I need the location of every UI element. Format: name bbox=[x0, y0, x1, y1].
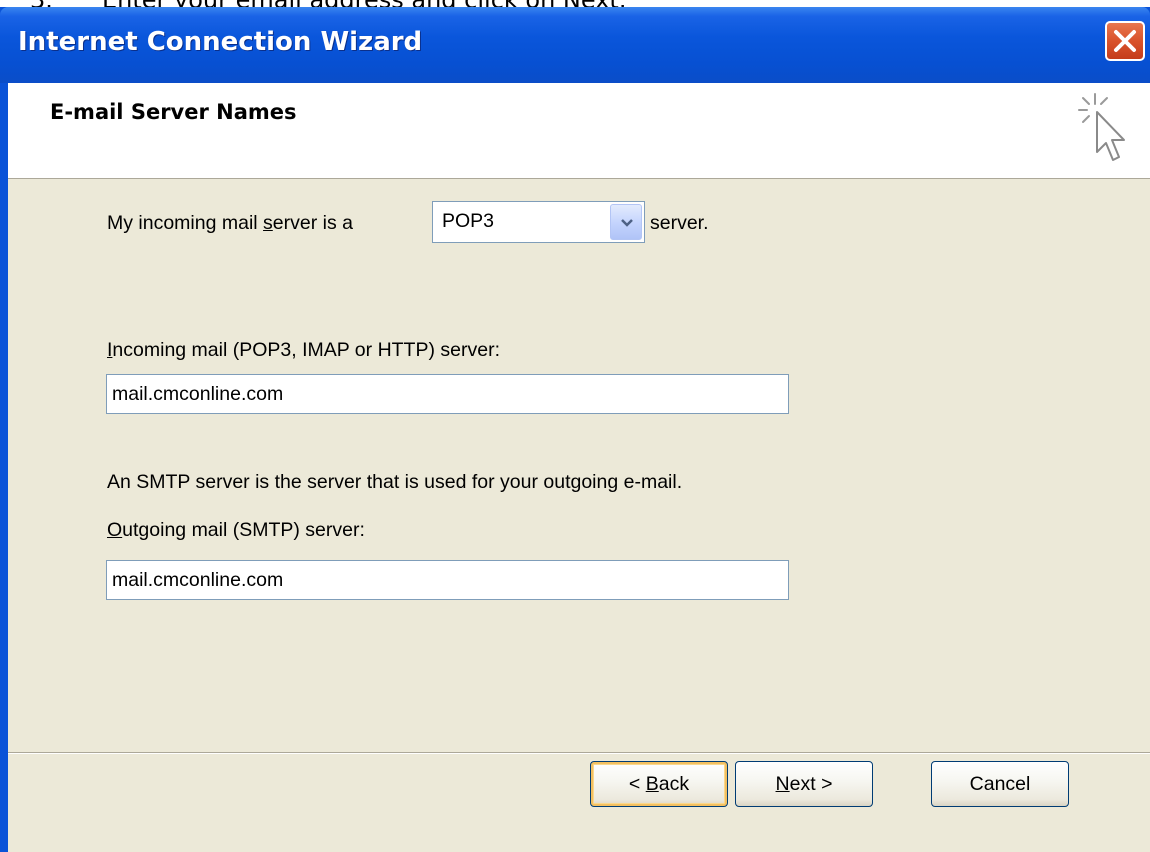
chevron-down-icon bbox=[621, 219, 633, 227]
outgoing-server-input[interactable] bbox=[106, 560, 789, 600]
server-type-value: POP3 bbox=[442, 210, 495, 232]
close-button[interactable] bbox=[1105, 21, 1145, 61]
next-button[interactable]: Next > bbox=[735, 761, 873, 807]
server-type-dropdown[interactable]: POP3 bbox=[432, 201, 645, 243]
outgoing-server-label: Outgoing mail (SMTP) server: bbox=[107, 519, 365, 541]
dropdown-button[interactable] bbox=[610, 204, 642, 240]
back-button[interactable]: < Back bbox=[590, 761, 728, 807]
wizard-header: E-mail Server Names bbox=[8, 83, 1150, 179]
title-bar[interactable]: Internet Connection Wizard bbox=[0, 7, 1150, 83]
close-icon bbox=[1114, 30, 1136, 52]
incoming-server-input[interactable] bbox=[106, 374, 789, 414]
footer-divider bbox=[8, 752, 1150, 754]
page-title: E-mail Server Names bbox=[50, 100, 297, 124]
incoming-server-label: Incoming mail (POP3, IMAP or HTTP) serve… bbox=[107, 339, 500, 361]
wizard-window: Internet Connection Wizard E-mail Server… bbox=[0, 7, 1150, 852]
wizard-cursor-icon bbox=[1078, 93, 1125, 161]
server-type-suffix: server. bbox=[650, 212, 709, 234]
dialog-body: E-mail Server Names My incoming mail ser… bbox=[8, 83, 1150, 852]
window-title: Internet Connection Wizard bbox=[18, 27, 423, 57]
server-type-label: My incoming mail server is a bbox=[107, 212, 353, 234]
smtp-note: An SMTP server is the server that is use… bbox=[107, 471, 683, 493]
cancel-button[interactable]: Cancel bbox=[931, 761, 1069, 807]
